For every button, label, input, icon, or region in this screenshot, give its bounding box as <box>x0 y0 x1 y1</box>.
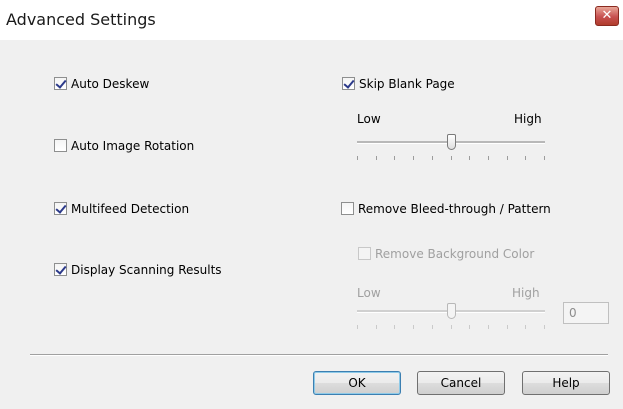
auto-image-rotation-checkbox[interactable] <box>54 139 67 152</box>
background-low-label: Low <box>357 286 381 300</box>
background-slider-ticks <box>357 325 545 329</box>
help-button[interactable]: Help <box>522 371 610 395</box>
ok-button[interactable]: OK <box>313 371 401 395</box>
skip-blank-high-label: High <box>514 112 542 126</box>
multifeed-detection-label: Multifeed Detection <box>71 202 190 216</box>
slider-tick <box>488 325 489 329</box>
slider-tick <box>451 156 452 160</box>
slider-tick <box>488 156 489 160</box>
slider-tick <box>507 325 508 329</box>
slider-tick <box>394 156 395 160</box>
slider-tick <box>432 325 433 329</box>
slider-tick <box>413 325 414 329</box>
slider-tick <box>544 156 545 160</box>
display-scanning-results-checkbox[interactable] <box>54 263 67 276</box>
auto-deskew-label: Auto Deskew <box>71 77 150 91</box>
slider-tick <box>525 325 526 329</box>
multifeed-detection-checkbox[interactable] <box>54 202 67 215</box>
slider-tick <box>394 325 395 329</box>
remove-background-color-label: Remove Background Color <box>375 247 535 261</box>
skip-blank-low-label: Low <box>357 112 381 126</box>
background-value-field[interactable]: 0 <box>563 302 609 324</box>
display-scanning-results-label: Display Scanning Results <box>71 263 222 277</box>
title-bar: Advanced Settings ✕ <box>0 0 623 40</box>
slider-tick <box>376 325 377 329</box>
background-high-label: High <box>512 286 540 300</box>
skip-blank-page-label: Skip Blank Page <box>359 77 455 91</box>
slider-tick <box>413 156 414 160</box>
skip-blank-page-checkbox[interactable] <box>342 77 355 90</box>
slider-tick <box>451 325 452 329</box>
background-slider-thumb[interactable] <box>447 303 456 319</box>
slider-tick <box>544 325 545 329</box>
close-button[interactable]: ✕ <box>595 6 619 26</box>
skip-blank-slider-thumb[interactable] <box>447 134 456 150</box>
slider-tick <box>357 156 358 160</box>
auto-deskew-checkbox[interactable] <box>54 77 67 90</box>
button-separator <box>30 354 608 356</box>
remove-bleed-through-checkbox[interactable] <box>341 202 354 215</box>
slider-tick <box>507 156 508 160</box>
slider-tick <box>469 156 470 160</box>
slider-tick <box>432 156 433 160</box>
slider-tick <box>525 156 526 160</box>
slider-tick <box>376 156 377 160</box>
cancel-button[interactable]: Cancel <box>417 371 505 395</box>
auto-image-rotation-label: Auto Image Rotation <box>71 139 195 153</box>
slider-tick <box>469 325 470 329</box>
remove-bleed-through-label: Remove Bleed-through / Pattern <box>358 202 551 216</box>
advanced-settings-dialog: Advanced Settings ✕ Auto Deskew Auto Ima… <box>0 0 623 409</box>
slider-tick <box>357 325 358 329</box>
skip-blank-slider-ticks <box>357 156 545 160</box>
dialog-title: Advanced Settings <box>6 10 156 29</box>
remove-background-color-checkbox[interactable] <box>358 247 371 260</box>
close-icon: ✕ <box>601 8 613 23</box>
